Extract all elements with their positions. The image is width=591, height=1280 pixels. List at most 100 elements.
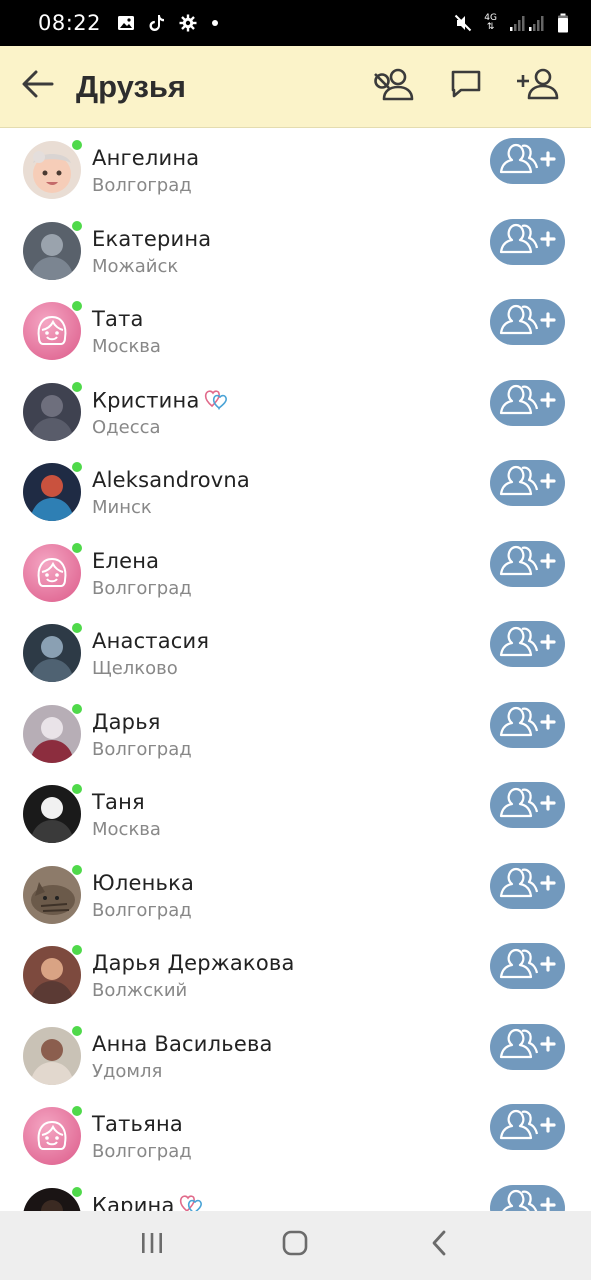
friend-city: Москва <box>92 819 161 840</box>
friend-name[interactable]: Дарья Держакова <box>92 951 295 975</box>
avatar[interactable] <box>23 865 81 924</box>
add-friend-button[interactable] <box>490 1023 565 1070</box>
status-time: 08:22 <box>38 11 102 35</box>
online-indicator <box>72 301 82 311</box>
friends-remove-button[interactable] <box>363 56 425 118</box>
friend-city: Волжский <box>92 980 188 1001</box>
avatar[interactable] <box>23 463 81 521</box>
friend-city: Волгоград <box>92 175 192 196</box>
add-friend-button[interactable] <box>490 218 565 265</box>
friend-name[interactable]: Ангелина <box>92 146 199 170</box>
friend-row[interactable]: Карина <box>0 1176 591 1211</box>
friend-name[interactable]: Екатерина <box>92 227 211 251</box>
friend-name[interactable]: Юленька <box>92 871 194 895</box>
back-button[interactable] <box>0 46 76 128</box>
home-button[interactable] <box>265 1216 325 1276</box>
avatar[interactable] <box>23 1107 81 1165</box>
friend-city: Удомля <box>92 1060 163 1082</box>
friend-name-text: Aleksandrovna <box>92 468 250 492</box>
signal-icon <box>509 14 545 32</box>
add-friend-button[interactable] <box>490 701 565 748</box>
add-user-icon <box>498 303 558 342</box>
friend-row[interactable]: Aleksandrovna Минск <box>0 451 591 532</box>
avatar[interactable] <box>23 624 81 682</box>
friend-name[interactable]: Тата <box>92 307 144 331</box>
header-actions <box>353 56 591 118</box>
avatar[interactable] <box>23 221 81 280</box>
avatar[interactable] <box>23 543 81 602</box>
friend-name-text: Юленька <box>92 870 195 895</box>
add-friend-button[interactable] <box>490 1184 565 1211</box>
status-bar: 08:22 4G ⇅ <box>0 0 591 46</box>
friend-city: Москва <box>92 336 161 357</box>
add-user-icon <box>498 464 558 503</box>
friend-name[interactable]: Таня <box>92 790 145 814</box>
add-friend-button[interactable] <box>490 862 565 909</box>
friend-row[interactable]: Дарья Держакова Волжский <box>0 934 591 1015</box>
friend-name-text: Тата <box>92 307 144 331</box>
add-friend-button[interactable] <box>490 621 565 667</box>
page-title: Друзья <box>76 68 186 104</box>
friend-name[interactable]: Дарья <box>92 710 161 734</box>
friend-row[interactable]: Анастасия Щелково <box>0 612 591 693</box>
recents-button[interactable] <box>122 1216 182 1276</box>
add-user-icon <box>498 625 558 664</box>
online-indicator <box>72 784 82 794</box>
avatar[interactable] <box>23 946 81 1004</box>
nav-back-button[interactable] <box>409 1216 469 1276</box>
mute-icon <box>454 14 472 32</box>
arrow-left-icon <box>22 70 54 103</box>
add-friend-button[interactable] <box>490 299 565 345</box>
system-nav-bar <box>0 1211 591 1280</box>
friend-row[interactable]: Анна Васильева Удомля <box>0 1015 591 1096</box>
avatar[interactable] <box>23 785 81 843</box>
add-friend-button[interactable] <box>490 379 565 426</box>
avatar[interactable] <box>23 302 81 360</box>
friend-row[interactable]: Дарья Волгоград <box>0 693 591 774</box>
friend-row[interactable]: Елена Волгоград <box>0 532 591 613</box>
friend-name[interactable]: Карина <box>92 1193 203 1211</box>
friend-row[interactable]: Таня Москва <box>0 773 591 854</box>
friend-name[interactable]: Анастасия <box>92 629 209 653</box>
online-indicator <box>72 703 82 714</box>
status-right-icons: 4G ⇅ <box>454 13 569 33</box>
friend-name[interactable]: Елена <box>92 549 159 573</box>
friend-name[interactable]: Aleksandrovna <box>92 468 250 492</box>
add-friend-button[interactable] <box>490 460 565 506</box>
friend-name-text: Татьяна <box>92 1112 183 1136</box>
online-indicator <box>72 381 82 392</box>
avatar[interactable] <box>23 704 81 763</box>
add-friend-button[interactable] <box>490 782 565 828</box>
friend-row[interactable]: Тата Москва <box>0 290 591 371</box>
friend-row[interactable]: Екатерина Можайск <box>0 210 591 291</box>
friend-row[interactable]: Юленька Волгоград <box>0 854 591 935</box>
friend-row[interactable]: Ангелина Волгоград <box>0 129 591 210</box>
friend-name-text: Екатерина <box>92 226 212 251</box>
friend-name[interactable]: Татьяна <box>92 1112 183 1136</box>
avatar[interactable] <box>23 382 81 441</box>
friend-name-text: Анастасия <box>92 629 210 653</box>
add-friend-button[interactable] <box>507 56 569 118</box>
friend-city: Волгоград <box>92 899 192 921</box>
friend-name-text: Елена <box>92 548 160 573</box>
avatar[interactable] <box>23 141 81 199</box>
add-friend-button[interactable] <box>490 138 565 184</box>
friend-city: Минск <box>92 497 152 518</box>
messages-button[interactable] <box>435 56 497 118</box>
add-friend-button[interactable] <box>490 540 565 587</box>
avatar[interactable] <box>23 1026 81 1085</box>
friend-row[interactable]: Кристина Одесса <box>0 371 591 452</box>
friend-name[interactable]: Анна Васильева <box>92 1032 273 1056</box>
friend-name[interactable]: Кристина <box>92 388 228 415</box>
add-friend-button[interactable] <box>490 1104 565 1150</box>
friend-name-text: Дарья <box>92 709 161 734</box>
add-user-icon <box>498 947 558 986</box>
friend-row[interactable]: Татьяна Волгоград <box>0 1095 591 1176</box>
add-user-icon <box>498 544 558 583</box>
online-indicator <box>72 542 82 553</box>
add-friend-button[interactable] <box>490 943 565 989</box>
friend-name-text: Таня <box>92 790 145 814</box>
friend-name-text: Карина <box>92 1193 175 1211</box>
friend-city: Волгоград <box>92 577 192 599</box>
online-indicator <box>72 140 82 150</box>
